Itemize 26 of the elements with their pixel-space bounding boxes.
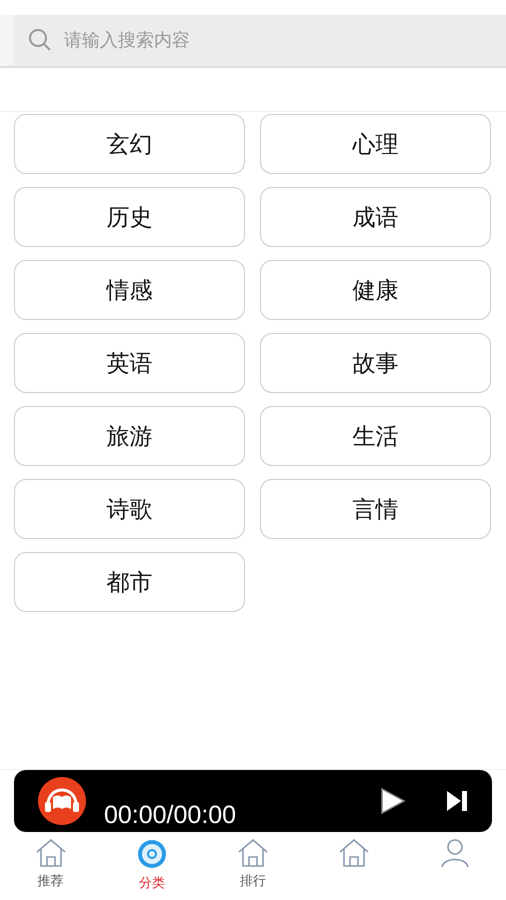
category-button[interactable]: 故事 — [260, 333, 491, 393]
category-button[interactable]: 生活 — [260, 406, 491, 466]
category-button[interactable]: 历史 — [14, 187, 245, 247]
house-icon — [34, 838, 67, 868]
category-button[interactable]: 情感 — [14, 260, 245, 320]
house-icon — [338, 838, 370, 868]
category-button[interactable]: 诗歌 — [14, 479, 245, 539]
tab[interactable]: 推荐 — [0, 832, 102, 900]
house-icon — [237, 838, 269, 868]
play-button[interactable] — [380, 787, 406, 815]
category-button[interactable]: 旅游 — [14, 406, 245, 466]
tab[interactable]: 排行 — [202, 832, 304, 900]
headphones-book-logo-icon — [38, 777, 86, 825]
category-button[interactable]: 成语 — [260, 187, 491, 247]
person-icon — [439, 838, 472, 868]
category-button[interactable]: 玄幻 — [14, 114, 245, 174]
playback-time: 00:00/00:00 — [104, 801, 236, 831]
next-button[interactable] — [446, 790, 468, 812]
category-button[interactable]: 英语 — [14, 333, 245, 393]
tab[interactable]: 分类 — [101, 832, 202, 900]
category-button[interactable]: 都市 — [14, 552, 245, 612]
disc-icon — [136, 838, 168, 870]
search-field[interactable]: 请输入搜索内容 — [14, 15, 506, 66]
category-button[interactable]: 言情 — [260, 479, 491, 539]
category-button[interactable]: 心理 — [260, 114, 491, 174]
category-button[interactable]: 健康 — [260, 260, 491, 320]
